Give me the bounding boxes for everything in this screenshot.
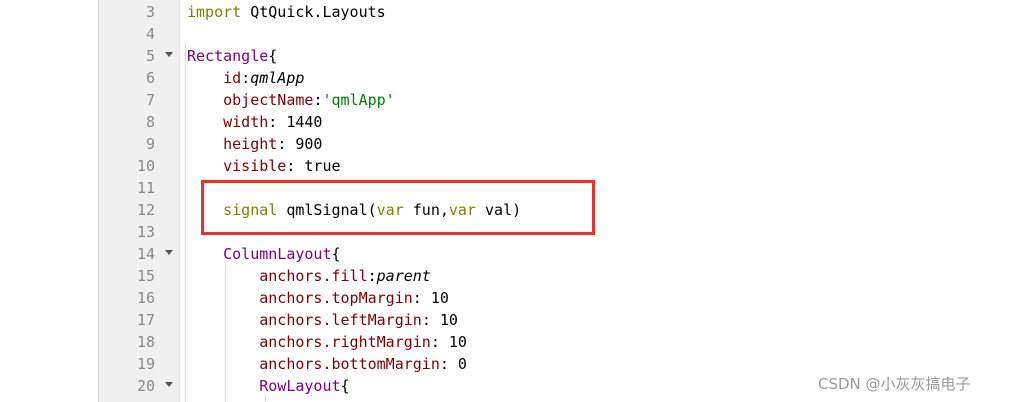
code-token: id	[223, 69, 242, 87]
code-text: import QtQuick.Layouts	[187, 1, 386, 23]
code-line[interactable]: 16 anchors.topMargin: 10	[99, 287, 1012, 309]
code-token: anchors.rightMargin	[259, 333, 431, 351]
line-number: 8	[145, 113, 155, 131]
line-number: 3	[145, 3, 155, 21]
code-token: 'qmlApp'	[322, 91, 395, 109]
watermark-text: CSDN @小灰灰搞电子	[818, 375, 971, 393]
code-token: : 10	[412, 289, 449, 307]
code-text: RowLayout{	[187, 375, 350, 397]
code-line[interactable]: 10 visible: true	[99, 155, 1012, 177]
code-text: id:qmlApp	[187, 67, 304, 89]
code-token: anchors.fill	[259, 267, 368, 285]
line-number: 16	[136, 289, 155, 307]
code-line[interactable]: 8 width: 1440	[99, 111, 1012, 133]
code-token: qmlApp	[250, 69, 305, 87]
code-text: visible: true	[187, 155, 341, 177]
code-token: : 1440	[268, 113, 323, 131]
code-text: height: 900	[187, 133, 322, 155]
code-text: anchors.topMargin: 10	[187, 287, 449, 309]
code-token: {	[331, 245, 341, 263]
code-token: {	[340, 377, 350, 395]
line-number: 7	[145, 91, 155, 109]
fold-arrow-icon[interactable]	[165, 52, 173, 57]
code-line[interactable]: 15 anchors.fill:parent	[99, 265, 1012, 287]
line-number: 6	[145, 69, 155, 87]
code-line[interactable]: 5 Rectangle{	[99, 45, 1012, 67]
code-token: visible	[223, 157, 287, 175]
line-number: 4	[145, 25, 155, 43]
line-number: 10	[136, 157, 155, 175]
code-text: anchors.bottomMargin: 0	[187, 353, 467, 375]
code-token: parent	[376, 267, 431, 285]
fold-arrow-icon[interactable]	[165, 250, 173, 255]
code-line[interactable]: 7 objectName:'qmlApp'	[99, 89, 1012, 111]
highlight-annotation-box	[201, 180, 595, 235]
line-number: 17	[136, 311, 155, 329]
code-token: :	[367, 267, 377, 285]
code-text: ColumnLayout{	[187, 243, 341, 265]
code-token: :	[241, 69, 251, 87]
code-line[interactable]: 6 id:qmlApp	[99, 67, 1012, 89]
code-token: : 0	[439, 355, 467, 373]
code-text: objectName:'qmlApp'	[187, 89, 395, 111]
code-text: width: 1440	[187, 111, 322, 133]
code-token: anchors.bottomMargin	[259, 355, 440, 373]
code-token: {	[268, 47, 278, 65]
code-token: objectName	[223, 91, 314, 109]
fold-arrow-icon[interactable]	[165, 382, 173, 387]
line-number: 9	[145, 135, 155, 153]
line-number: 18	[136, 333, 155, 351]
code-text: anchors.rightMargin: 10	[187, 331, 467, 353]
code-text: Rectangle{	[187, 45, 277, 67]
code-token: import	[187, 3, 242, 21]
code-token: RowLayout	[259, 377, 341, 395]
code-token: ColumnLayout	[223, 245, 332, 263]
code-token: QtQuick.Layouts	[241, 3, 386, 21]
code-line[interactable]: 14 ColumnLayout{	[99, 243, 1012, 265]
code-token: anchors.topMargin	[259, 289, 413, 307]
line-number: 5	[145, 47, 155, 65]
page-margin	[0, 0, 98, 402]
line-number: 13	[136, 223, 155, 241]
code-line[interactable]: 17 anchors.leftMargin: 10	[99, 309, 1012, 331]
code-token: : 10	[421, 311, 458, 329]
code-token: : true	[286, 157, 341, 175]
code-token: : 10	[430, 333, 467, 351]
code-token: width	[223, 113, 269, 131]
code-text: anchors.fill:parent	[187, 265, 431, 287]
line-number: 12	[136, 201, 155, 219]
code-token: height	[223, 135, 278, 153]
line-number: 11	[136, 179, 155, 197]
code-token: Rectangle	[187, 47, 269, 65]
code-text: anchors.leftMargin: 10	[187, 309, 458, 331]
code-line[interactable]: 19 anchors.bottomMargin: 0	[99, 353, 1012, 375]
code-line[interactable]: 9 height: 900	[99, 133, 1012, 155]
code-token: anchors.leftMargin	[259, 311, 422, 329]
line-number: 15	[136, 267, 155, 285]
code-line[interactable]: 18 anchors.rightMargin: 10	[99, 331, 1012, 353]
line-number: 14	[136, 245, 155, 263]
code-token: : 900	[277, 135, 323, 153]
code-line[interactable]: 3 import QtQuick.Layouts	[99, 1, 1012, 23]
code-line[interactable]: 4	[99, 23, 1012, 45]
line-number: 20	[136, 377, 155, 395]
line-number: 19	[136, 355, 155, 373]
